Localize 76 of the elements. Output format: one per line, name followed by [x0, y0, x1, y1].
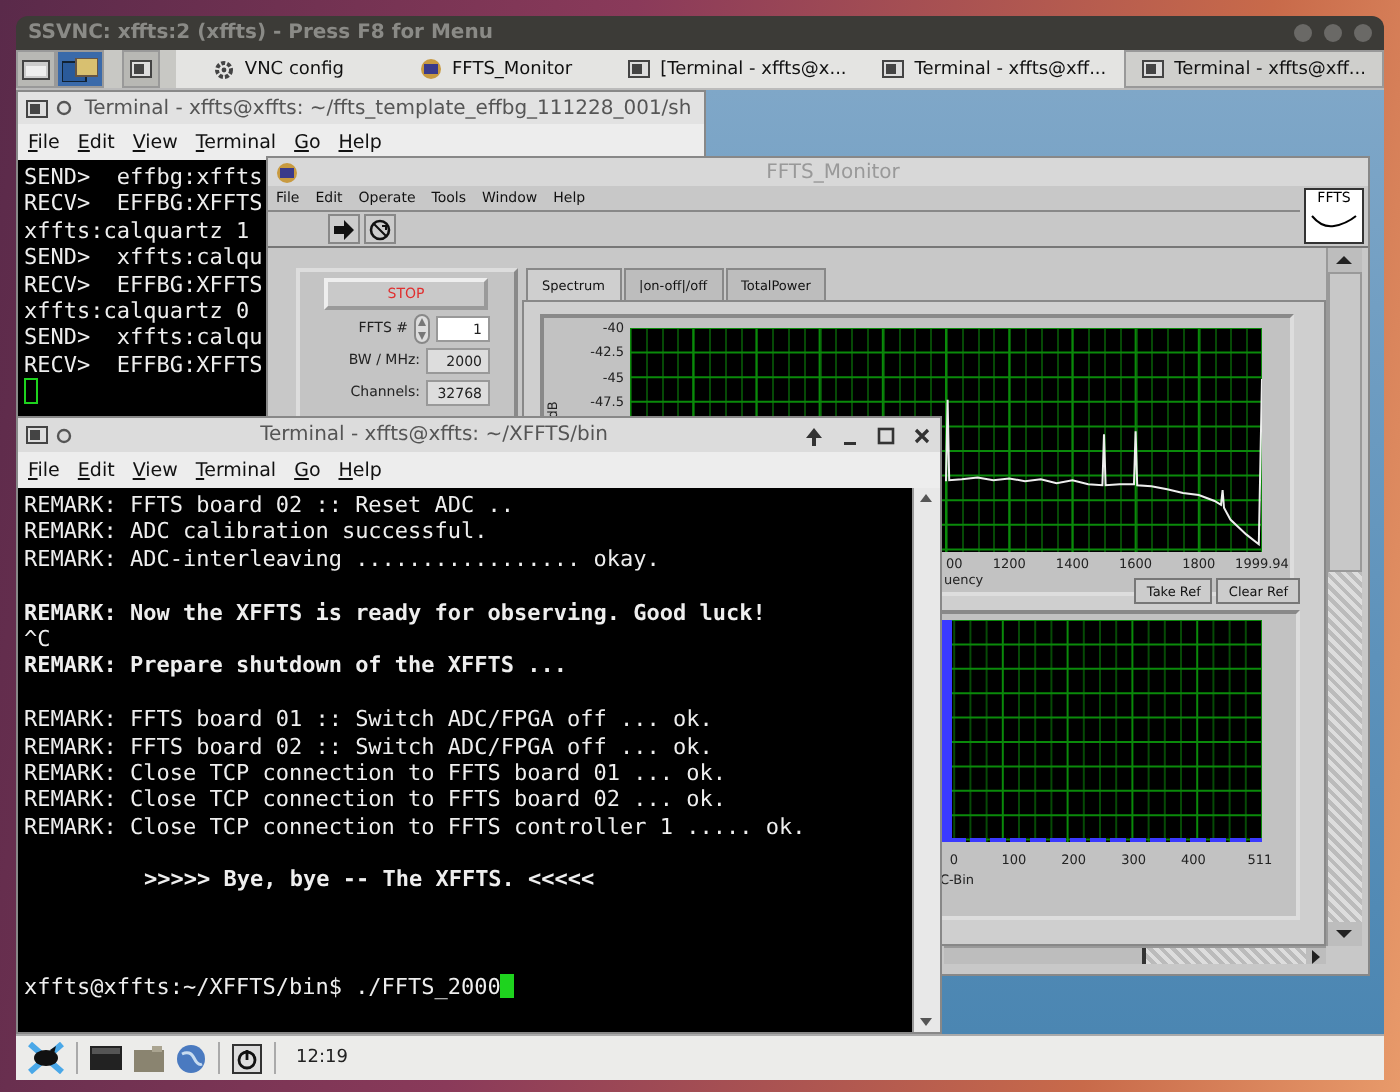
menu-item[interactable]: Terminal — [195, 131, 277, 153]
menu-item[interactable]: Help — [338, 131, 382, 153]
terminal-line: SEND> effbg:xffts — [24, 164, 263, 190]
run-continuously-button[interactable] — [364, 214, 396, 244]
menu-item[interactable]: Terminal — [195, 459, 277, 481]
taskbar-item[interactable]: Terminal - xffts@xff... — [1124, 50, 1385, 88]
terminal-line: >>>>> Bye, bye -- The XFFTS. <<<<< — [144, 866, 595, 893]
terminal-line: REMARK: Now the XFFTS is ready for observing. Good luck! — [24, 599, 766, 626]
close-icon[interactable] — [912, 425, 932, 445]
menu-item[interactable]: Edit — [77, 131, 115, 153]
spinner-arrows[interactable] — [414, 313, 430, 343]
window-title: FFTS_Monitor — [764, 161, 902, 183]
terminal-icon — [1142, 60, 1165, 78]
circle-icon[interactable] — [56, 427, 72, 443]
terminal-icon — [26, 99, 48, 117]
folder-icon[interactable] — [134, 1045, 164, 1071]
x-logo-icon[interactable] — [28, 1042, 64, 1074]
circle-icon[interactable] — [56, 100, 72, 116]
run-button[interactable] — [328, 214, 360, 244]
terminal-line: REMARK: Close TCP connection to FFTS board 01 ... ok. — [24, 759, 726, 786]
terminal-line: REMARK: FFTS board 01 :: Switch ADC/FPGA off ... ok. — [24, 706, 713, 733]
pin-icon[interactable] — [804, 425, 824, 445]
menu-item[interactable]: Edit — [77, 459, 115, 481]
terminal-icon — [26, 426, 48, 444]
window-title: Terminal - xffts@xffts: ~/ffts_template_effbg_111228_001/sh — [82, 97, 694, 119]
terminal-line: REMARK: FFTS board 02 :: Reset ADC .. — [24, 492, 515, 518]
terminal-line: SEND> xffts:calqu — [24, 324, 263, 351]
terminal-line: RECV> EFFBG:XFFTS — [24, 271, 263, 298]
scrollbar[interactable] — [912, 488, 940, 1032]
menu-item[interactable]: Help — [338, 459, 382, 481]
workspace-button[interactable] — [121, 50, 161, 88]
workspace-button[interactable] — [55, 50, 105, 88]
terminal-icon — [882, 60, 905, 78]
gear-icon — [214, 59, 235, 79]
command-prompt: xffts@xffts:~/XFFTS/bin$ ./FFTS_2000 — [24, 974, 501, 1001]
menu-item[interactable]: File — [28, 459, 60, 481]
terminal-line: SEND> xffts:calqu — [24, 244, 263, 271]
maximize-icon[interactable] — [876, 425, 896, 445]
window-icon — [21, 59, 50, 79]
terminal-line: xffts:calquartz 0 — [24, 297, 250, 324]
text-cursor — [500, 974, 515, 999]
window-title: Terminal - xffts@xffts: ~/XFFTS/bin — [258, 424, 610, 446]
terminal-line: REMARK: ADC calibration successful. — [24, 518, 488, 545]
text-cursor — [24, 378, 38, 405]
taskbar-item[interactable]: FFTS_Monitor — [382, 50, 611, 88]
windows-icon — [62, 57, 99, 81]
terminal-line: REMARK: Prepare shutdown of the XFFTS ... — [24, 652, 568, 679]
terminal-line: REMARK: Close TCP connection to FFTS controller 1 ..... ok. — [24, 813, 806, 840]
arrow-icon — [332, 219, 356, 239]
globe-icon[interactable] — [176, 1043, 206, 1073]
scrollbar[interactable] — [944, 946, 1326, 964]
app-icon — [420, 58, 442, 80]
terminal-icon — [628, 60, 651, 78]
taskbar-item[interactable]: [Terminal - xffts@x... — [610, 50, 865, 88]
taskbar-item[interactable]: Terminal - xffts@xff... — [864, 50, 1125, 88]
taskbar-item[interactable]: VNC config — [176, 50, 382, 88]
terminal-line: ^C — [24, 625, 51, 652]
terminal-line: RECV> EFFBG:XFFTS — [24, 351, 263, 378]
clock: 12:19 — [296, 1048, 348, 1068]
terminal-icon — [129, 60, 152, 78]
terminal-line: REMARK: ADC-interleaving ................. okay. — [24, 545, 660, 572]
app-icon — [276, 161, 298, 183]
menu-item[interactable]: View — [132, 459, 178, 481]
menu-item[interactable]: Go — [294, 131, 321, 153]
terminal-line: REMARK: Close TCP connection to FFTS board 02 ... ok. — [24, 786, 726, 813]
menu-item[interactable]: File — [28, 131, 60, 153]
window-title: SSVNC: xffts:2 (xffts) - Press F8 for Menu — [28, 22, 495, 44]
scrollbar[interactable] — [1326, 248, 1362, 946]
terminal-line: xffts:calquartz 1 — [24, 217, 250, 244]
power-icon[interactable] — [232, 1043, 262, 1073]
up-down-arrows-icon — [416, 315, 428, 341]
menu-item[interactable]: Go — [294, 459, 321, 481]
terminal-line: REMARK: FFTS board 02 :: Switch ADC/FPGA off ... ok. — [24, 733, 713, 760]
terminal-line: RECV> EFFBG:XFFTS — [24, 190, 263, 217]
desktop-button[interactable] — [16, 50, 56, 88]
menu-item[interactable]: View — [132, 131, 178, 153]
